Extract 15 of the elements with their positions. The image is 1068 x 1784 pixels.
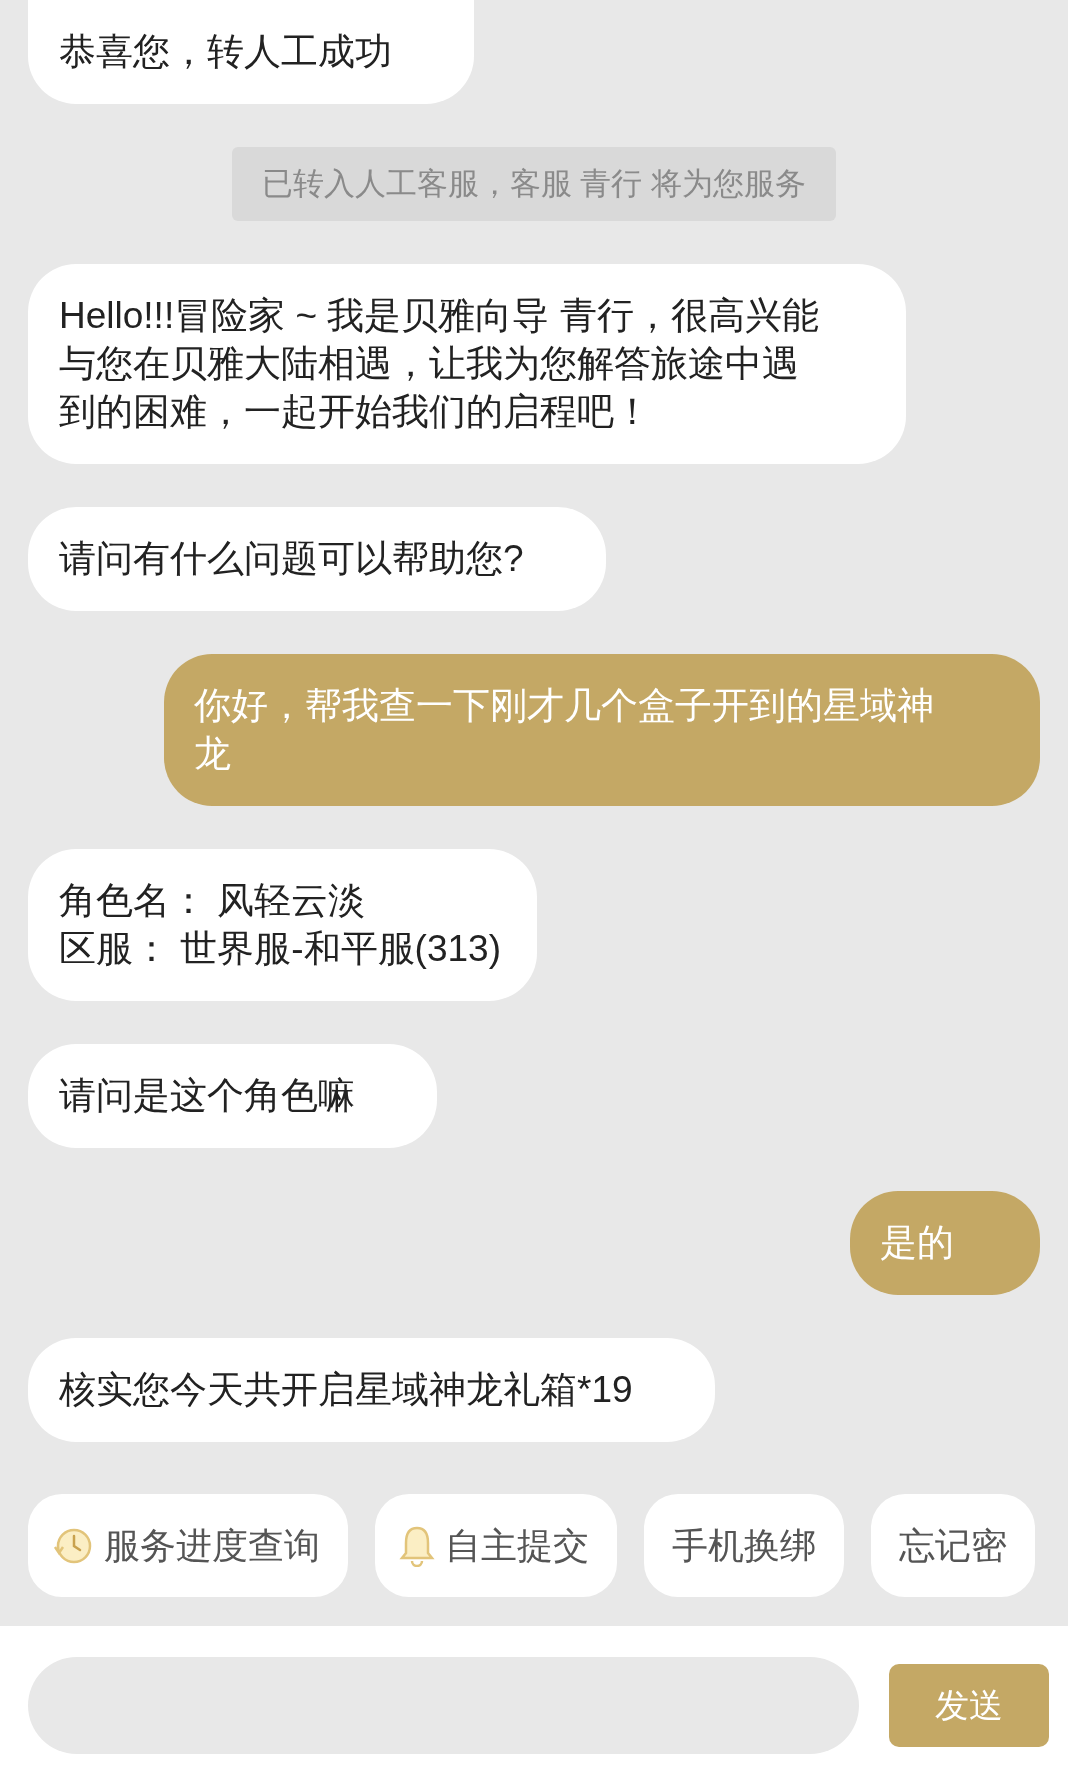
quick-reply-button[interactable]: 服务进度查询 [28, 1494, 348, 1597]
agent-message: 请问是这个角色嘛 [28, 1044, 437, 1148]
agent-message: 恭喜您，转人工成功 [28, 0, 474, 104]
agent-message: Hello!!!冒险家 ~ 我是贝雅向导 青行，很高兴能与您在贝雅大陆相遇，让我为您解答旅途中遇到的困难，一起开始我们的启程吧！ [28, 264, 906, 464]
bell-icon [399, 1524, 435, 1567]
quick-reply-button[interactable]: 自主提交 [375, 1494, 617, 1597]
agent-message: 核实您今天共开启星域神龙礼箱*19 [28, 1338, 715, 1442]
message-text: 角色名： 风轻云淡 [59, 879, 367, 923]
quick-reply-button[interactable]: 忘记密 [871, 1494, 1035, 1597]
user-message: 是的 [850, 1191, 1040, 1295]
system-notice: 已转入人工客服，客服 青行 将为您服务 [231, 147, 837, 221]
user-message: 你好，帮我查一下刚才几个盒子开到的星域神龙 [164, 654, 1040, 806]
agent-message: 请问有什么问题可以帮助您? [28, 507, 606, 611]
message-text: 区服： 世界服-和平服(313) [59, 927, 501, 971]
quick-reply-button[interactable]: 手机换绑 [644, 1494, 844, 1597]
